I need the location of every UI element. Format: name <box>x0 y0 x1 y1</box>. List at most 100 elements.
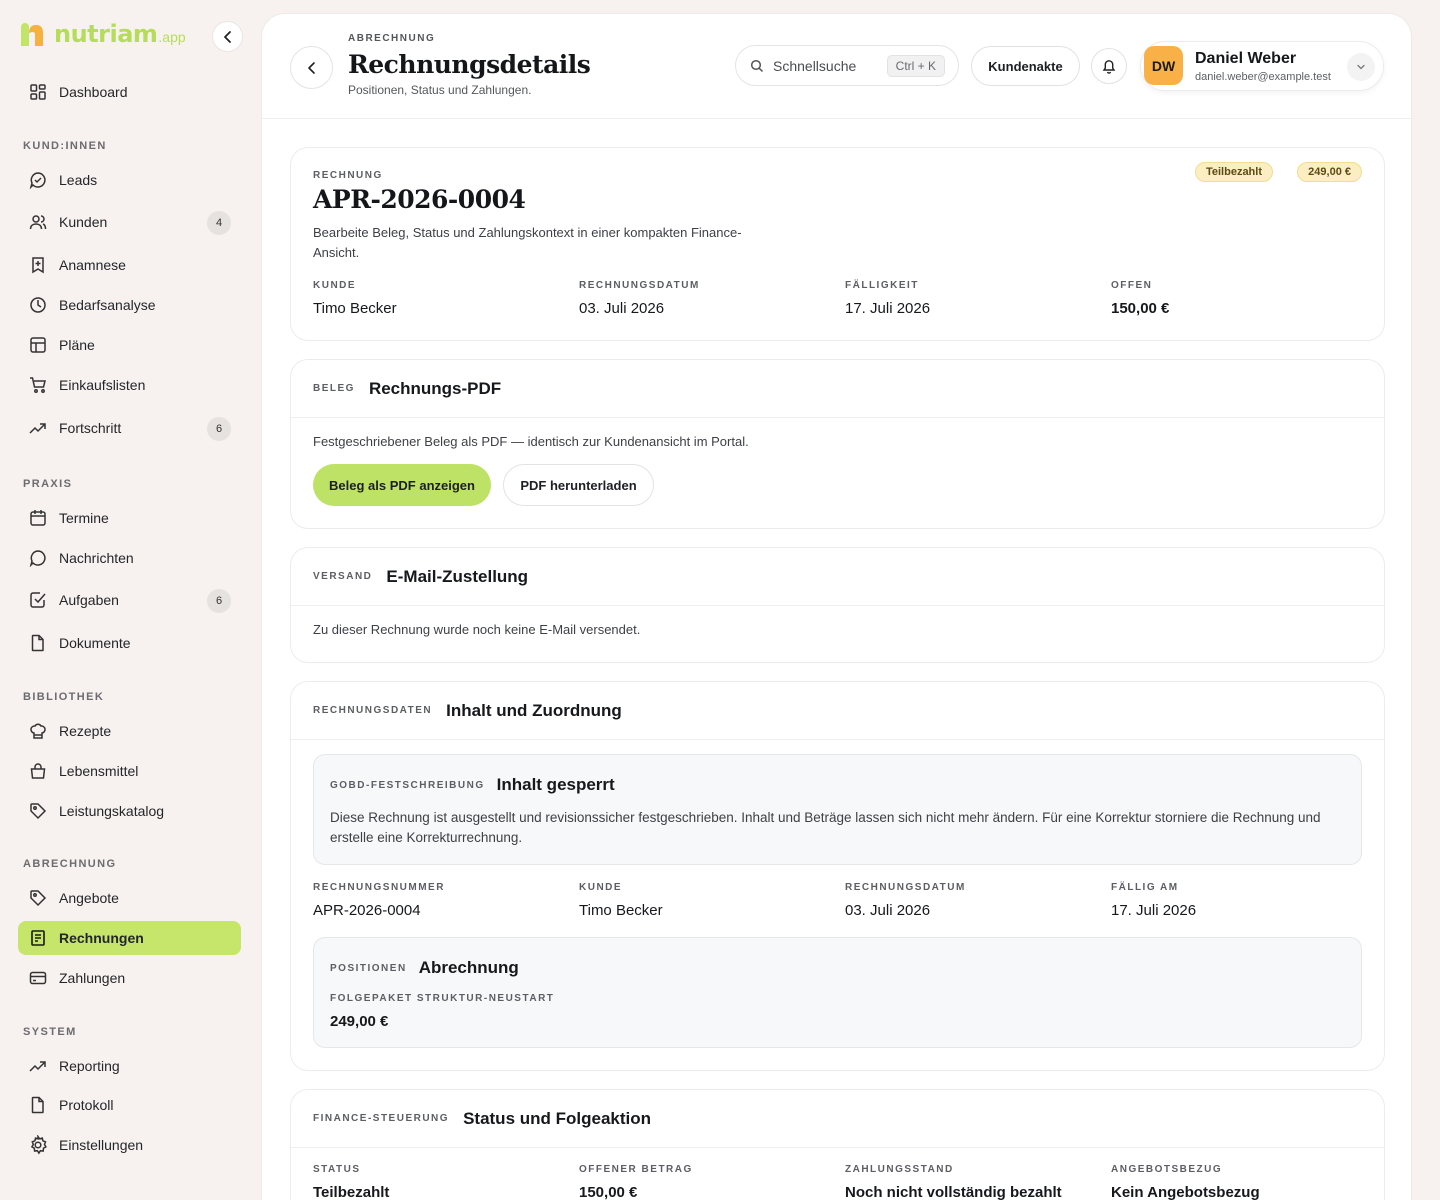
sidebar-item-einstellungen[interactable]: Einstellungen <box>18 1128 241 1162</box>
positions-eyebrow: POSITIONEN <box>330 962 407 974</box>
bag-icon <box>30 763 46 779</box>
sidebar-item-rechnungen[interactable]: Rechnungen <box>18 921 241 955</box>
card-eyebrow: BELEG <box>313 383 355 394</box>
sidebar-item-nachrichten[interactable]: Nachrichten <box>18 541 241 575</box>
sidebar-item-anamnese[interactable]: Anamnese <box>18 248 241 282</box>
card-header: RECHNUNGSDATEN Inhalt und Zuordnung <box>291 682 1384 740</box>
notifications-button[interactable] <box>1091 48 1127 84</box>
amount-badge: 249,00 € <box>1297 162 1362 182</box>
download-pdf-button[interactable]: PDF herunterladen <box>503 464 654 506</box>
page-header: ABRECHNUNG Rechnungsdetails Positionen, … <box>262 14 1411 119</box>
sidebar-item-label: Rezepte <box>59 723 112 739</box>
sidebar-item-label: Angebote <box>59 890 119 906</box>
field-value-customer: Timo Becker <box>313 300 397 317</box>
field-value-invoice-date: 03. Juli 2026 <box>845 902 931 919</box>
sidebar-item-label: Termine <box>59 510 109 526</box>
users-icon <box>29 215 47 230</box>
brand-suffix: .app <box>158 29 186 45</box>
sidebar-item-kunden[interactable]: Kunden 4 <box>18 205 241 239</box>
sidebar-item-angebote[interactable]: Angebote <box>18 881 241 915</box>
clock-icon <box>30 297 46 313</box>
lock-eyebrow: GOBD-FESTSCHREIBUNG <box>330 779 485 791</box>
sidebar-item-protokoll[interactable]: Protokoll <box>18 1088 241 1122</box>
sidebar-item-label: Dokumente <box>59 635 131 651</box>
sidebar-item-label: Zahlungen <box>59 970 126 986</box>
positions-box: POSITIONEN Abrechnung FOLGEPAKET STRUKTU… <box>313 937 1362 1048</box>
section-library: BIBLIOTHEK <box>23 691 105 703</box>
sidebar-item-bedarfsanalyse[interactable]: Bedarfsanalyse <box>18 288 241 322</box>
search-input[interactable]: Schnellsuche Ctrl + K <box>735 45 959 86</box>
sidebar-item-plaene[interactable]: Pläne <box>18 328 241 362</box>
sidebar: nutriam .app Dashboard KUND:INNEN Leads … <box>0 0 260 1200</box>
section-practice: PRAXIS <box>23 478 73 490</box>
invoice-number: APR-2026-0004 <box>313 185 526 214</box>
field-value-invoice-date: 03. Juli 2026 <box>579 300 665 317</box>
field-label: RECHNUNGSDATUM <box>845 882 966 893</box>
sidebar-item-label: Bedarfsanalyse <box>59 297 156 313</box>
sidebar-item-label: Aufgaben <box>59 592 119 608</box>
count-badge: 6 <box>207 417 231 441</box>
sidebar-item-dokumente[interactable]: Dokumente <box>18 626 241 660</box>
position-label: FOLGEPAKET STRUKTUR-NEUSTART <box>330 993 555 1004</box>
field-label: OFFEN <box>1111 280 1153 291</box>
search-shortcut: Ctrl + K <box>886 55 945 77</box>
card-header: BELEG Rechnungs-PDF <box>291 360 1384 418</box>
file-icon <box>31 1096 44 1114</box>
chevron-down-icon <box>1357 64 1365 70</box>
finance-card: FINANCE-STEUERUNG Status und Folgeaktion… <box>290 1089 1385 1200</box>
checkbox-icon <box>30 592 46 608</box>
email-delivery-card: VERSAND E-Mail-Zustellung Zu dieser Rech… <box>290 547 1385 663</box>
field-value-offer-reference: Kein Angebotsbezug <box>1111 1184 1260 1200</box>
positions-title: Abrechnung <box>418 958 519 977</box>
bell-icon <box>1102 60 1116 74</box>
sidebar-item-label: Leistungskatalog <box>59 803 165 819</box>
sidebar-item-aufgaben[interactable]: Aufgaben 6 <box>18 583 241 617</box>
sidebar-item-label: Nachrichten <box>59 550 134 566</box>
invoice-summary-card: RECHNUNG APR-2026-0004 Bearbeite Beleg, … <box>290 147 1385 341</box>
sidebar-item-label: Anamnese <box>59 257 126 273</box>
field-value-payment-state: Noch nicht vollständig bezahlt <box>845 1184 1062 1200</box>
sidebar-item-einkaufslisten[interactable]: Einkaufslisten <box>18 368 241 402</box>
sidebar-collapse-button[interactable] <box>212 21 243 52</box>
field-value-invoice-number: APR-2026-0004 <box>313 902 421 919</box>
chevron-left-icon <box>307 61 315 74</box>
grid-icon <box>30 84 46 100</box>
back-button[interactable] <box>290 46 333 89</box>
user-email: daniel.weber@example.test <box>1195 71 1331 83</box>
sidebar-item-leistungskatalog[interactable]: Leistungskatalog <box>18 794 241 828</box>
field-label: RECHNUNGSNUMMER <box>313 882 445 893</box>
brand-logo[interactable]: nutriam .app <box>18 20 186 48</box>
sidebar-item-label: Protokoll <box>59 1097 114 1113</box>
field-value-customer: Timo Becker <box>579 902 663 919</box>
sidebar-item-label: Fortschritt <box>59 420 122 436</box>
card-header: FINANCE-STEUERUNG Status und Folgeaktion <box>291 1090 1384 1148</box>
invoice-description: Bearbeite Beleg, Status und Zahlungskont… <box>313 225 742 260</box>
field-label: STATUS <box>313 1164 361 1175</box>
sidebar-item-fortschritt[interactable]: Fortschritt 6 <box>18 411 241 445</box>
sidebar-item-leads[interactable]: Leads <box>18 163 241 197</box>
sidebar-item-termine[interactable]: Termine <box>18 501 241 535</box>
sidebar-item-label: Kunden <box>59 214 108 230</box>
sidebar-item-label: Dashboard <box>59 84 128 100</box>
sidebar-item-lebensmittel[interactable]: Lebensmittel <box>18 754 241 788</box>
sidebar-item-dashboard[interactable]: Dashboard <box>18 75 241 109</box>
card-header: VERSAND E-Mail-Zustellung <box>291 548 1384 606</box>
section-billing: ABRECHNUNG <box>23 858 117 870</box>
field-label: RECHNUNGSDATUM <box>579 280 700 291</box>
sidebar-item-zahlungen[interactable]: Zahlungen <box>18 961 241 995</box>
user-menu[interactable]: DW Daniel Weber daniel.weber@example.tes… <box>1140 41 1384 91</box>
document-text: Festgeschriebener Beleg als PDF — identi… <box>313 434 749 449</box>
customer-file-button[interactable]: Kundenakte <box>971 46 1080 86</box>
brand-name: nutriam <box>54 20 158 48</box>
message-icon <box>29 550 46 567</box>
view-pdf-button[interactable]: Beleg als PDF anzeigen <box>313 464 491 506</box>
main-panel: ABRECHNUNG Rechnungsdetails Positionen, … <box>261 13 1412 1200</box>
trend-up-icon <box>29 1061 46 1072</box>
page-eyebrow: ABRECHNUNG <box>348 33 436 44</box>
sidebar-item-reporting[interactable]: Reporting <box>18 1049 241 1083</box>
sidebar-item-rezepte[interactable]: Rezepte <box>18 714 241 748</box>
user-menu-toggle[interactable] <box>1347 53 1375 81</box>
field-value-due-date: 17. Juli 2026 <box>845 300 931 317</box>
section-customers: KUND:INNEN <box>23 140 107 152</box>
bookmark-plus-icon <box>32 257 44 274</box>
